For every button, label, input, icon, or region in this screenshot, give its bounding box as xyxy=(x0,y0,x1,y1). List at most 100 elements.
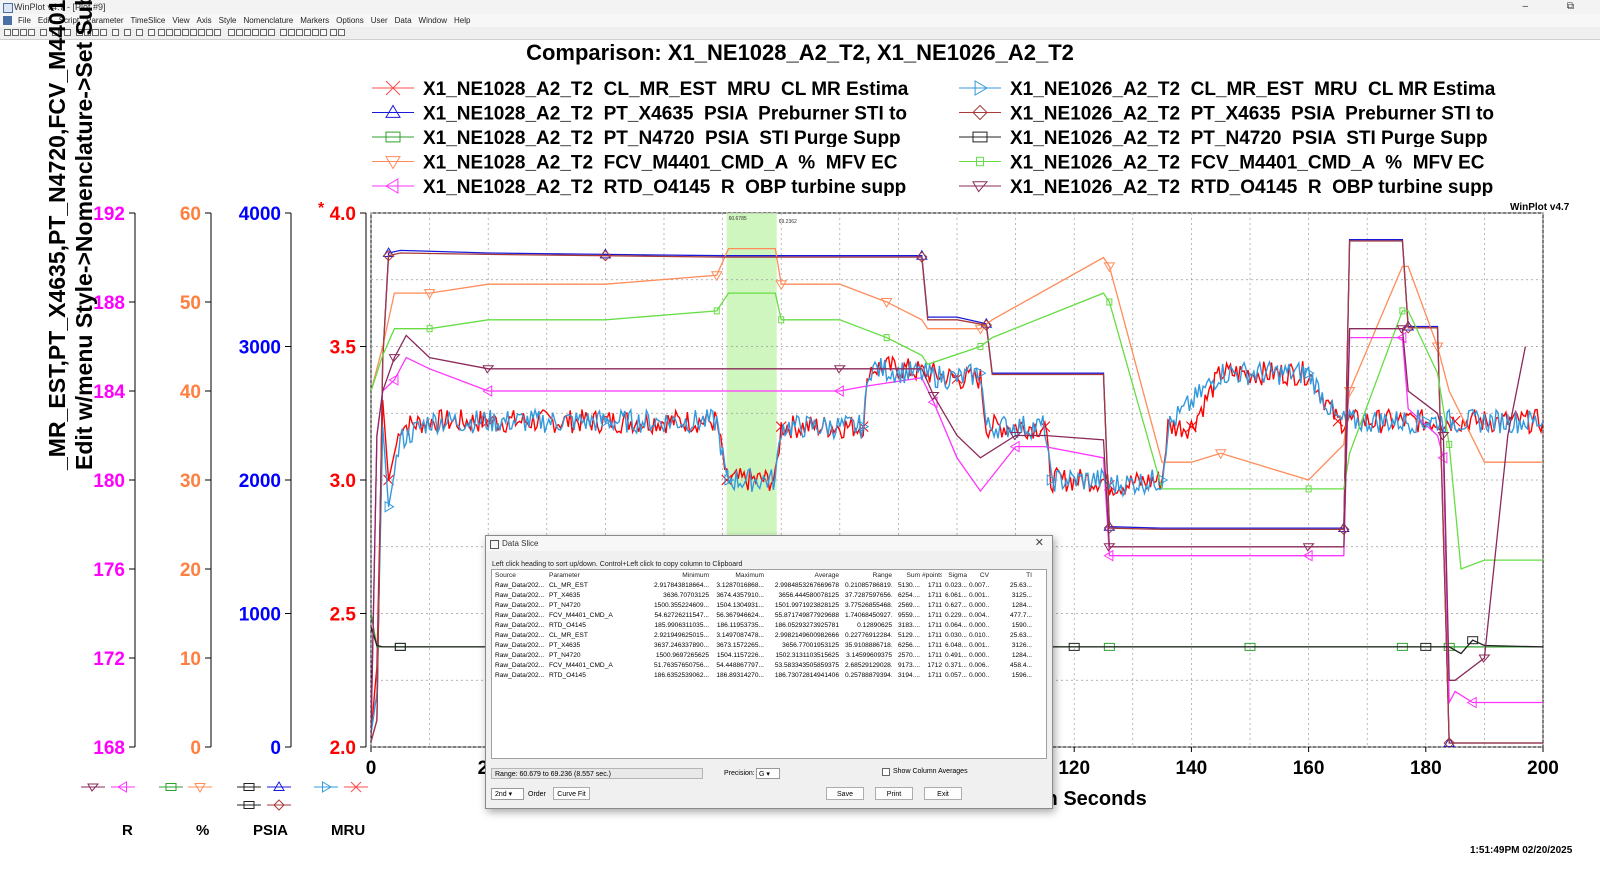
table-header[interactable]: Source Parameter Minimum Maximum Average Rang… xyxy=(492,571,1046,581)
legend-entry[interactable]: X1_NE1028_A2_T2 FCV_M4401_CMD_A % MFV EC xyxy=(423,153,898,174)
dialog-icon xyxy=(490,540,499,549)
y-tick-label: 0 xyxy=(190,738,201,759)
table-cell: Raw_Data/202... xyxy=(495,632,545,639)
precision-select[interactable]: G ▾ xyxy=(756,768,780,779)
table-cell: FCV_M4401_CMD_A xyxy=(549,662,613,669)
x-tick-label: 160 xyxy=(1293,758,1325,779)
column-header[interactable]: Average xyxy=(769,571,839,581)
exit-button[interactable]: Exit xyxy=(924,787,962,800)
table-row[interactable]: Raw_Data/202... CL_MR_EST 2.917843818664..… xyxy=(492,581,1046,591)
table-cell: 1711 xyxy=(927,652,942,659)
table-cell: 2570.... xyxy=(898,652,920,659)
table-cell: 6.048... xyxy=(945,642,967,649)
dialog-titlebar[interactable]: Data Slice ✕ xyxy=(486,536,1052,551)
column-header[interactable]: Sigma xyxy=(945,571,967,581)
legend-entry[interactable]: X1_NE1028_A2_T2 PT_N4720 PSIA STI Purge … xyxy=(423,128,901,149)
table-cell: PT_X4635 xyxy=(549,592,581,599)
table-cell: 3673.1572265... xyxy=(716,642,764,649)
x-axis-label: in Seconds xyxy=(1040,788,1147,810)
order-value: 2nd xyxy=(495,791,507,798)
unit-label-percent: % xyxy=(196,822,210,839)
table-cell: Raw_Data/202... xyxy=(495,622,545,629)
table-cell: 1500.355224609... xyxy=(653,602,709,609)
table-cell: 3.1497087478... xyxy=(716,632,764,639)
data-slice-table[interactable]: Source Parameter Minimum Maximum Average Rang… xyxy=(491,569,1047,759)
table-row[interactable]: Raw_Data/202... PT_N4720 1500.9697265625 15… xyxy=(492,651,1046,661)
table-cell: 1711 xyxy=(927,582,942,589)
slice-start-label: 60.6785 xyxy=(729,216,747,222)
legend-entry[interactable]: X1_NE1026_A2_T2 PT_X4635 PSIA Preburner … xyxy=(1010,104,1494,125)
table-cell: 3194.... xyxy=(898,672,920,679)
y-tick-label: 1000 xyxy=(239,605,281,626)
column-header[interactable]: TI xyxy=(992,571,1032,581)
table-cell: 5130.... xyxy=(898,582,920,589)
table-row[interactable]: Raw_Data/202... FCV_M4401_CMD_A 51.7635765… xyxy=(492,661,1046,671)
table-row[interactable]: Raw_Data/202... PT_X4635 3637.246337890...… xyxy=(492,641,1046,651)
table-cell: 0.000... xyxy=(969,652,989,659)
print-button[interactable]: Print xyxy=(875,787,913,800)
table-cell: FCV_M4401_CMD_A xyxy=(549,612,613,619)
table-cell: 0.007... xyxy=(969,582,989,589)
timestamp: 1:51:49PM 02/20/2025 xyxy=(1470,845,1573,856)
y-tick-label: 3.5 xyxy=(330,338,357,359)
legend-entry[interactable]: X1_NE1026_A2_T2 CL_MR_EST MRU CL MR Esti… xyxy=(1010,79,1496,100)
table-row[interactable]: Raw_Data/202... RTD_O4145 186.6352539062..… xyxy=(492,671,1046,681)
table-row[interactable]: Raw_Data/202... PT_X4635 3636.70703125 3674… xyxy=(492,591,1046,601)
legend-entry[interactable]: X1_NE1026_A2_T2 FCV_M4401_CMD_A % MFV EC xyxy=(1010,153,1485,174)
y-tick-label: 3000 xyxy=(239,338,281,359)
table-cell: 3636.70703125 xyxy=(663,592,709,599)
table-cell: 51.76357650756... xyxy=(653,662,709,669)
curve-fit-button[interactable]: Curve Fit xyxy=(553,787,590,800)
table-cell: 0.25788879394... xyxy=(845,672,892,679)
table-cell: 1711 xyxy=(927,612,942,619)
column-header[interactable]: Range xyxy=(845,571,892,581)
save-button[interactable]: Save xyxy=(826,787,864,800)
close-icon[interactable]: ✕ xyxy=(1035,536,1044,551)
y-tick-label: 2000 xyxy=(239,471,281,492)
y-tick-label: 10 xyxy=(180,649,201,670)
table-row[interactable]: Raw_Data/202... FCV_M4401_CMD_A 54.6272621… xyxy=(492,611,1046,621)
precision-label: Precision: xyxy=(724,770,755,777)
table-cell: 6.061... xyxy=(945,592,967,599)
column-header[interactable]: Parameter xyxy=(549,571,637,581)
table-cell: 3.14599609375 xyxy=(846,652,892,659)
column-header[interactable]: Source xyxy=(495,571,547,581)
legend-entry[interactable]: X1_NE1026_A2_T2 PT_N4720 PSIA STI Purge … xyxy=(1010,128,1488,149)
table-cell: 6254.... xyxy=(898,592,920,599)
table-row[interactable]: Raw_Data/202... CL_MR_EST 2.921949625015..… xyxy=(492,631,1046,641)
table-cell: 477.7... xyxy=(1010,612,1032,619)
version-tag: WinPlot v4.7 xyxy=(1510,202,1570,213)
legend-entry[interactable]: X1_NE1028_A2_T2 CL_MR_EST MRU CL MR Esti… xyxy=(423,79,909,100)
legend-entry[interactable]: X1_NE1028_A2_T2 PT_X4635 PSIA Preburner … xyxy=(423,104,907,125)
column-header[interactable]: CV xyxy=(969,571,989,581)
column-header[interactable]: Sum xyxy=(898,571,920,581)
y-axis-sublabel: Edit w/menu Style->Nomenclature->Set Sub… xyxy=(71,0,97,470)
column-header[interactable]: Minimum xyxy=(639,571,709,581)
table-row[interactable]: Raw_Data/202... RTD_O4145 185.9906311035..… xyxy=(492,621,1046,631)
table-cell: 2.917843818664... xyxy=(653,582,709,589)
table-cell: 0.023... xyxy=(945,582,967,589)
x-tick-label: 0 xyxy=(366,758,377,779)
table-cell: 9559.... xyxy=(898,612,920,619)
table-cell: 3.1287016868... xyxy=(716,582,764,589)
table-cell: 2569.... xyxy=(898,602,920,609)
table-cell: Raw_Data/202... xyxy=(495,672,545,679)
column-header[interactable]: Maximum xyxy=(714,571,764,581)
table-cell: 1501.9971923828125 xyxy=(774,602,839,609)
table-cell: 5129.... xyxy=(898,632,920,639)
legend-marker-triangle-up-icon xyxy=(273,781,285,791)
table-row[interactable]: Raw_Data/202... PT_N4720 1500.355224609...… xyxy=(492,601,1046,611)
table-cell: 56.367946624... xyxy=(716,612,764,619)
legend-entry[interactable]: X1_NE1028_A2_T2 RTD_O4145 R OBP turbine … xyxy=(423,177,906,198)
y-tick-label: 4000 xyxy=(239,204,281,225)
table-cell: 35.9108886718... xyxy=(845,642,892,649)
show-column-averages-checkbox[interactable] xyxy=(882,768,890,776)
table-cell: 186.89314270... xyxy=(716,672,764,679)
table-cell: 3656.77001953125 xyxy=(782,642,839,649)
table-cell: 3637.246337890... xyxy=(653,642,709,649)
table-cell: 0.12890625 xyxy=(857,622,892,629)
unit-label-r: R xyxy=(122,822,133,839)
order-select[interactable]: 2nd ▾ xyxy=(491,788,524,800)
column-header[interactable]: #points xyxy=(922,571,942,581)
legend-entry[interactable]: X1_NE1026_A2_T2 RTD_O4145 R OBP turbine … xyxy=(1010,177,1493,198)
